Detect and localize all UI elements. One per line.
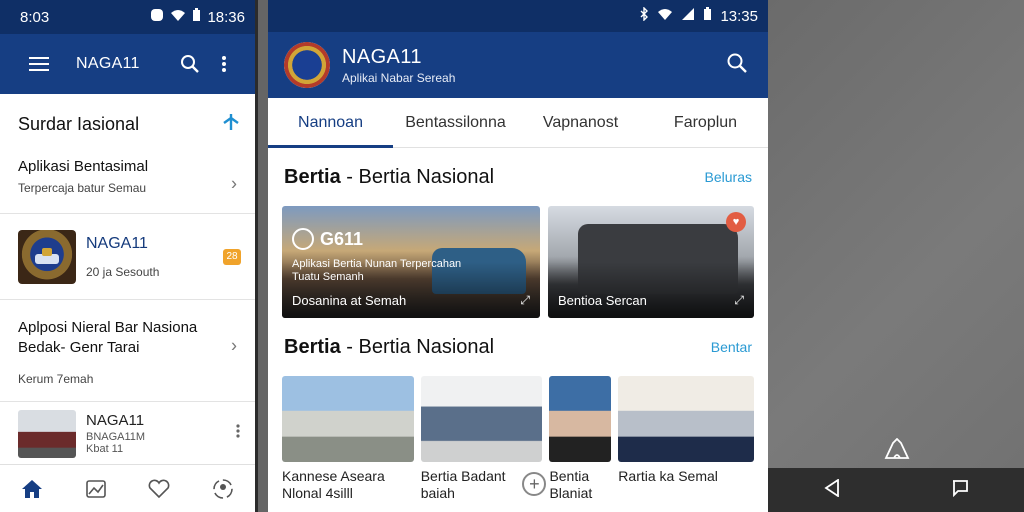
back-icon[interactable] <box>823 477 840 502</box>
app-title: NAGA11 <box>342 45 422 68</box>
card-logo-text: G611 <box>320 228 364 249</box>
list-item-title: NAGA11 <box>86 234 148 252</box>
thumbnail-caption: Bertia Badant baiah <box>420 468 506 501</box>
chevron-right-icon: › <box>231 335 237 356</box>
tab-vapnanost[interactable]: Vapnanost <box>518 98 643 147</box>
featured-cards: G611 Aplikasi Bertia Nunan Terpercahan T… <box>268 206 768 318</box>
signal-icon <box>681 7 695 25</box>
more-vert-icon[interactable] <box>207 47 241 81</box>
list-item-line3: Kbat 11 <box>86 443 124 455</box>
list-item-subtitle: 20 ja Sesouth <box>86 264 160 279</box>
section-header: Bertia - Bertia Nasional Bentar <box>268 318 768 376</box>
news-thumbnail[interactable] <box>618 376 754 462</box>
left-phone-screen: 8:03 18:36 NAGA11 Surdar Iasional Aplika… <box>0 0 258 512</box>
see-more-link[interactable]: Beluras <box>705 169 752 185</box>
list-item-title: Aplikasi Bentasimal <box>18 158 149 175</box>
list-item[interactable]: NAGA11 20 ja Sesouth 28 <box>0 214 255 300</box>
list-item-title: Aplposi Nieral Bar Nasiona Bedak- Genr T… <box>18 319 198 356</box>
section-header: Surdar Iasional <box>0 94 255 154</box>
status-bar: 13:35 <box>268 0 768 32</box>
count-badge: 28 <box>223 248 241 265</box>
pin-icon[interactable] <box>221 112 241 137</box>
status-bar: 8:03 18:36 <box>0 0 255 34</box>
toggle-icon <box>150 8 164 26</box>
favorite-icon[interactable]: ♥ <box>726 212 746 232</box>
app-title: NAGA11 <box>76 55 140 72</box>
list-item-subtitle: Kerum 7emah <box>18 372 94 386</box>
section-title-rest: - Bertia Nasional <box>340 165 495 188</box>
section-title-rest: - Bertia Nasional <box>340 335 495 358</box>
wifi-icon <box>170 8 186 26</box>
system-navigation-bar <box>768 468 1024 512</box>
tab-bentassilonna[interactable]: Bentassilonna <box>393 98 518 147</box>
screen: 8:03 18:36 NAGA11 Surdar Iasional Aplika… <box>0 0 1024 512</box>
list-item[interactable]: Aplikasi Bentasimal Terpercaja batur Sem… <box>0 154 255 214</box>
search-icon[interactable] <box>726 52 748 79</box>
add-icon[interactable]: + <box>522 472 547 496</box>
list-item[interactable]: Aplposi Nieral Bar Nasiona Bedak- Genr T… <box>0 300 255 402</box>
image-icon[interactable] <box>81 474 111 504</box>
heart-icon[interactable] <box>144 474 174 504</box>
list-item[interactable]: NAGA11 BNAGA11M Kbat 11 <box>0 402 255 466</box>
tab-bar: Nannoan Bentassilonna Vapnanost Faroplun <box>268 98 768 148</box>
naga11-logo <box>18 229 76 284</box>
section-header: Bertia - Bertia Nasional Beluras <box>268 148 768 206</box>
battery-icon <box>192 8 201 26</box>
app-bar: NAGA11 Aplikai Nabar Sereah <box>268 32 768 98</box>
status-time: 8:03 <box>20 8 50 26</box>
tab-faroplun[interactable]: Faroplun <box>643 98 768 147</box>
see-more-link[interactable]: Bentar <box>711 339 752 355</box>
expand-icon[interactable]: ⤢ <box>734 293 744 308</box>
news-thumbnail[interactable] <box>549 376 612 462</box>
section-title: Surdar Iasional <box>18 113 140 134</box>
card-caption: Bentioa Sercan <box>558 293 647 308</box>
bottom-navigation <box>0 464 255 512</box>
news-thumbnails <box>268 376 768 462</box>
more-vert-icon[interactable] <box>235 423 241 444</box>
menu-icon[interactable] <box>22 47 56 81</box>
bluetooth-icon <box>639 6 649 25</box>
card-subtitle: Aplikasi Bertia Nunan Terpercahan Tuatu … <box>292 258 462 283</box>
right-phone-screen: 13:35 NAGA11 Aplikai Nabar Sereah Nannoa… <box>268 0 768 512</box>
tab-nannoan[interactable]: Nannoan <box>268 98 393 148</box>
card-caption: Dosanina at Semah <box>292 293 407 308</box>
expand-icon[interactable]: ⤢ <box>520 293 530 308</box>
status-time: 13:35 <box>720 7 758 25</box>
logo-ring-icon <box>292 228 314 250</box>
status-battery-text: 18:36 <box>207 8 245 26</box>
search-icon[interactable] <box>173 47 207 81</box>
thumbnail-caption: Rartia ka Semal <box>618 468 718 484</box>
thumbnail-caption: Bentia Blaniat <box>549 468 593 501</box>
thumbnail-captions: Kannese Aseara Nlonal 4silll Bertia Bada… <box>268 462 768 502</box>
news-card[interactable]: G611 Aplikasi Bertia Nunan Terpercahan T… <box>282 206 540 318</box>
news-card[interactable]: ♥ Bentioa Sercan ⤢ <box>548 206 754 318</box>
list-item-title: NAGA11 <box>86 412 145 429</box>
thumbnail-caption: Kannese Aseara Nlonal 4silll <box>282 468 385 501</box>
chevron-right-icon: › <box>231 173 237 193</box>
battery-icon <box>703 7 712 25</box>
news-thumbnail[interactable] <box>282 376 414 462</box>
app-subtitle: Aplikai Nabar Sereah <box>342 70 456 85</box>
app-bar: NAGA11 <box>0 34 255 94</box>
home-icon[interactable] <box>17 474 47 504</box>
car-thumbnail <box>18 409 76 458</box>
wifi-icon <box>657 7 673 25</box>
section-title-bold: Bertia <box>284 165 341 188</box>
news-thumbnail[interactable] <box>420 376 543 462</box>
list-item-subtitle: Terpercaja batur Semau <box>18 181 147 195</box>
naga11-seal-logo <box>284 42 330 88</box>
section-title-bold: Bertia <box>284 335 341 358</box>
background-panel <box>768 0 1024 468</box>
profile-icon[interactable] <box>208 474 238 504</box>
list-item-line2: BNAGA11M <box>86 431 146 443</box>
home-outline-icon[interactable] <box>882 434 912 464</box>
recents-icon[interactable] <box>951 479 969 502</box>
